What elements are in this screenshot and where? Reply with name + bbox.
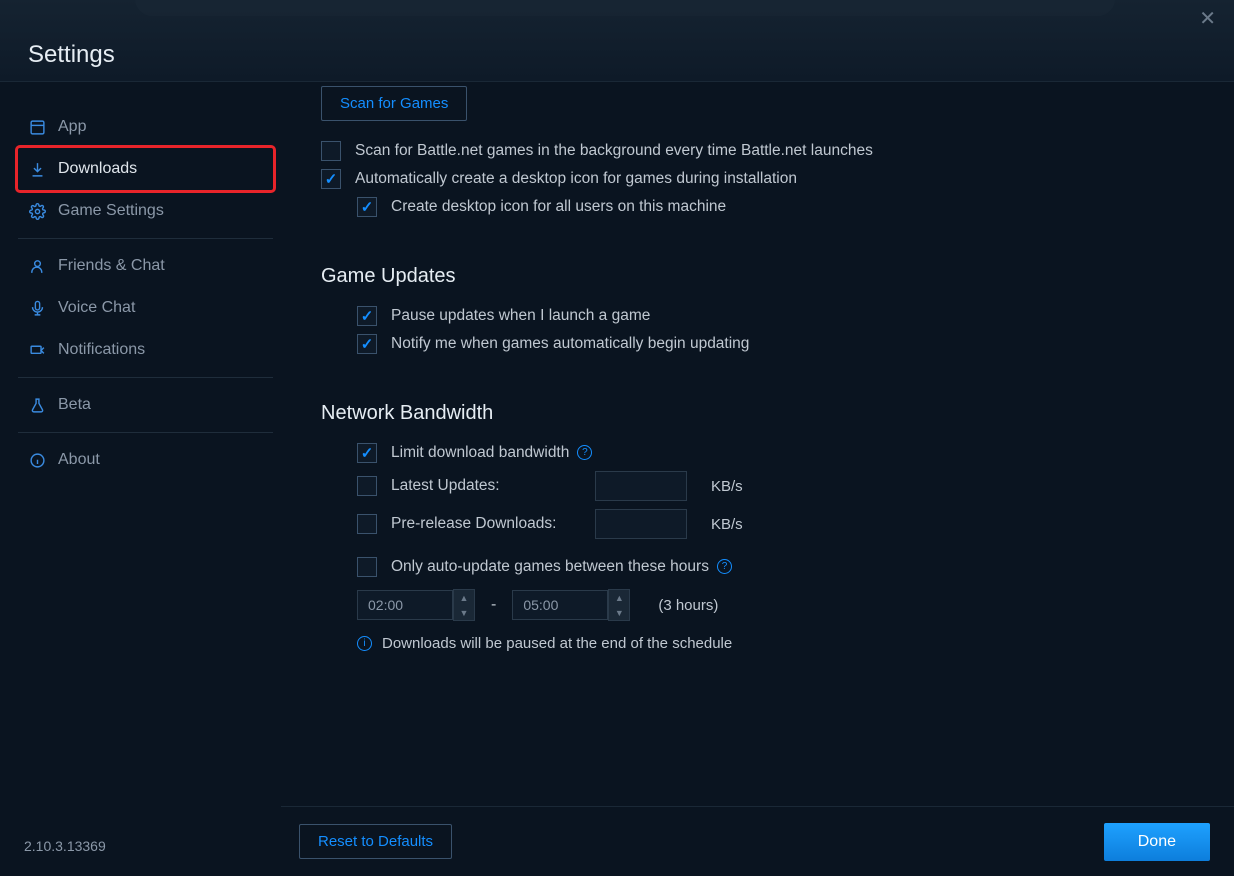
label-limit-bandwidth: Limit download bandwidth [391,443,569,462]
sidebar-item-voice[interactable]: Voice Chat [18,287,273,329]
sidebar-item-label: App [58,118,86,136]
sidebar-item-app[interactable]: App [18,106,273,148]
unit-latest: KB/s [711,478,743,495]
unit-prerelease: KB/s [711,516,743,533]
label-notify-auto: Notify me when games automatically begin… [391,334,749,353]
checkbox-background-scan[interactable] [321,141,341,161]
sidebar-item-label: About [58,451,100,469]
sidebar-item-beta[interactable]: Beta [18,384,273,426]
sidebar-item-downloads[interactable]: Downloads [18,148,273,190]
time-end-input[interactable]: ▲▼ [512,589,630,621]
top-search-bar [135,0,1115,16]
sidebar-item-about[interactable]: About [18,439,273,481]
schedule-info-msg: Downloads will be paused at the end of t… [382,635,732,652]
checkbox-prerelease[interactable] [357,514,377,534]
input-prerelease[interactable] [595,509,687,539]
flask-icon [28,396,46,414]
label-latest-updates: Latest Updates: [391,477,581,495]
info-icon: i [357,636,372,651]
sidebar-item-label: Downloads [58,160,137,178]
time-end-field[interactable] [512,590,608,620]
checkbox-notify-auto[interactable] [357,334,377,354]
checkbox-icon-all-users[interactable] [357,197,377,217]
sidebar-item-label: Notifications [58,341,145,359]
sidebar-item-label: Voice Chat [58,299,135,317]
label-prerelease: Pre-release Downloads: [391,515,581,533]
people-icon [28,257,46,275]
label-background-scan: Scan for Battle.net games in the backgro… [355,141,873,160]
footer: Reset to Defaults Done [281,806,1234,876]
chevron-down-icon[interactable]: ▼ [454,605,474,620]
checkbox-only-between-hours[interactable] [357,557,377,577]
help-icon[interactable]: ? [717,559,732,574]
duration-label: (3 hours) [658,597,718,614]
info-icon [28,451,46,469]
sidebar-item-notifications[interactable]: Notifications [18,329,273,371]
version-label: 2.10.3.13369 [18,838,273,876]
page-title: Settings [28,41,115,69]
main-panel: Scan for Games Scan for Battle.net games… [281,82,1234,876]
bell-icon [28,341,46,359]
sidebar: App Downloads Game Settings Friends & Ch… [0,82,281,876]
sidebar-item-game-settings[interactable]: Game Settings [18,190,273,232]
chevron-up-icon[interactable]: ▲ [609,590,629,605]
checkbox-latest-updates[interactable] [357,476,377,496]
help-icon[interactable]: ? [577,445,592,460]
chevron-up-icon[interactable]: ▲ [454,590,474,605]
scroll-area[interactable]: Scan for Games Scan for Battle.net games… [281,82,1234,806]
checkbox-auto-desktop-icon[interactable] [321,169,341,189]
label-pause-on-launch: Pause updates when I launch a game [391,306,650,325]
label-only-between-hours: Only auto-update games between these hou… [391,557,709,576]
input-latest-updates[interactable] [595,471,687,501]
done-button[interactable]: Done [1104,823,1210,861]
app-icon [28,118,46,136]
label-icon-all-users: Create desktop icon for all users on thi… [391,197,726,216]
label-auto-desktop-icon: Automatically create a desktop icon for … [355,169,797,188]
header: Settings ✕ [0,0,1234,82]
reset-defaults-button[interactable]: Reset to Defaults [299,824,452,859]
section-heading-updates: Game Updates [321,265,1194,288]
download-icon [28,160,46,178]
scan-for-games-button[interactable]: Scan for Games [321,86,467,121]
sidebar-item-friends[interactable]: Friends & Chat [18,245,273,287]
gear-icon [28,202,46,220]
time-end-stepper[interactable]: ▲▼ [608,589,630,621]
microphone-icon [28,299,46,317]
time-start-field[interactable] [357,590,453,620]
sidebar-item-label: Beta [58,396,91,414]
checkbox-limit-bandwidth[interactable] [357,443,377,463]
section-heading-bandwidth: Network Bandwidth [321,402,1194,425]
sidebar-item-label: Friends & Chat [58,257,165,275]
chevron-down-icon[interactable]: ▼ [609,605,629,620]
time-start-input[interactable]: ▲▼ [357,589,475,621]
time-start-stepper[interactable]: ▲▼ [453,589,475,621]
dash: - [491,596,496,614]
sidebar-item-label: Game Settings [58,202,164,220]
close-icon[interactable]: ✕ [1199,6,1216,31]
checkbox-pause-on-launch[interactable] [357,306,377,326]
